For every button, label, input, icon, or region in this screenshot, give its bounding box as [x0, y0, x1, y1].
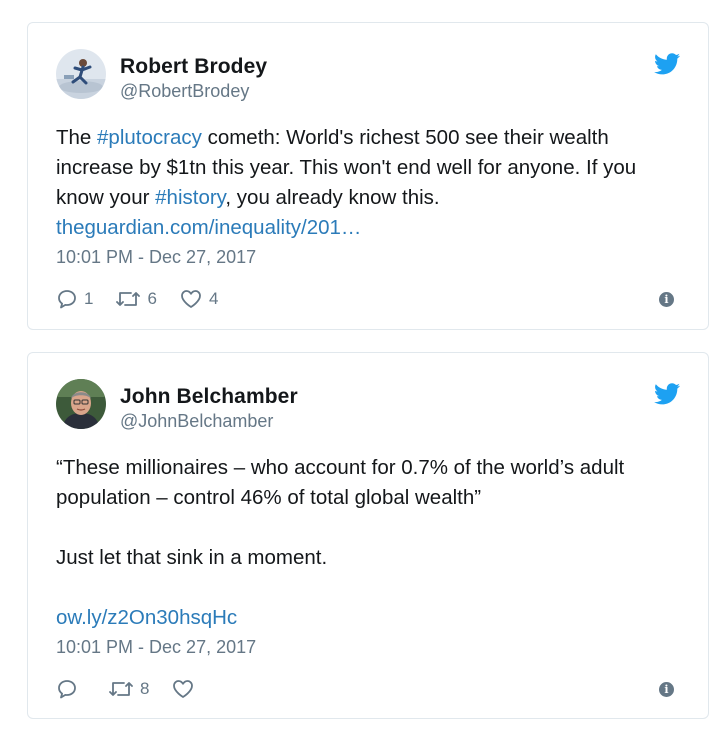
avatar-image [56, 49, 106, 99]
article-link[interactable]: theguardian.com/inequality/201… [56, 216, 361, 239]
reply-icon [58, 290, 76, 309]
like-count: 4 [208, 289, 219, 308]
retweet-icon [109, 682, 133, 696]
hashtag-history[interactable]: #history [155, 186, 225, 209]
retweet-button[interactable]: 8 [108, 678, 149, 700]
quote-text: “These millionaires – who account for 0.… [56, 456, 625, 509]
author-handle[interactable]: @JohnBelchamber [120, 411, 273, 432]
action-bar: 1 6 4 [56, 286, 240, 312]
heart-icon [181, 290, 201, 308]
heart-icon [173, 680, 194, 698]
avatar-image [56, 379, 106, 429]
reply-button[interactable]: 1 [56, 288, 93, 310]
text-segment: The [56, 126, 98, 149]
info-icon[interactable]: i [659, 292, 674, 307]
tweet-text: “These millionaires – who account for 0.… [56, 453, 682, 633]
author-name[interactable]: Robert Brodey [120, 55, 267, 79]
reply-count: 1 [84, 289, 94, 308]
avatar[interactable] [56, 379, 106, 429]
author-name[interactable]: John Belchamber [120, 385, 298, 409]
article-link[interactable]: ow.ly/z2On30hsqHc [56, 603, 682, 633]
avatar[interactable] [56, 49, 106, 99]
reply-icon [58, 680, 76, 699]
retweet-icon [116, 292, 141, 306]
text-segment: , you already know this. [225, 186, 440, 209]
reply-button[interactable] [56, 678, 78, 700]
twitter-bird-icon[interactable] [654, 53, 680, 75]
timestamp[interactable]: 10:01 PM - Dec 27, 2017 [56, 637, 256, 658]
tweet-text: The #plutocracy cometh: World's richest … [56, 123, 682, 243]
retweet-button[interactable]: 6 [115, 288, 157, 310]
info-icon[interactable]: i [659, 682, 674, 697]
retweet-count: 6 [147, 289, 157, 308]
author-handle[interactable]: @RobertBrodey [120, 81, 249, 102]
action-bar: 8 [56, 676, 217, 702]
like-button[interactable]: 4 [179, 288, 218, 310]
retweet-count: 8 [140, 679, 150, 698]
like-button[interactable] [171, 678, 195, 700]
tweet-card-1[interactable]: Robert Brodey @RobertBrodey The #plutocr… [27, 22, 709, 330]
hashtag-plutocracy[interactable]: #plutocracy [97, 126, 202, 149]
timestamp[interactable]: 10:01 PM - Dec 27, 2017 [56, 247, 256, 268]
twitter-bird-icon[interactable] [654, 383, 680, 405]
comment-text: Just let that sink in a moment. [56, 546, 328, 569]
tweet-card-2[interactable]: John Belchamber @JohnBelchamber “These m… [27, 352, 709, 719]
